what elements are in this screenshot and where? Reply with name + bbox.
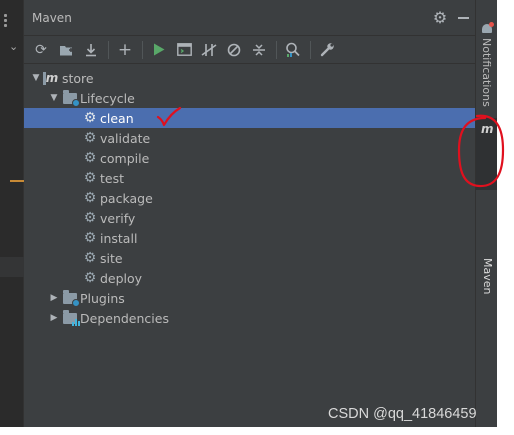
lifecycle-phase-verify[interactable]: ⚙ verify (24, 208, 475, 228)
phase-label: site (100, 250, 123, 266)
settings-wrench-icon[interactable] (316, 39, 338, 61)
tree-node-project[interactable]: ▼ m store (24, 68, 475, 88)
skip-tests-icon[interactable] (223, 39, 245, 61)
toolbar-separator (108, 40, 109, 59)
phase-label: compile (100, 150, 150, 166)
plus-icon[interactable]: + (114, 39, 136, 61)
expand-arrow-icon[interactable]: ▶ (46, 313, 62, 323)
gear-icon: ⚙ (83, 110, 97, 126)
folder-settings-icon (62, 89, 80, 107)
phase-label: clean (100, 110, 134, 126)
toolbar-separator (310, 40, 311, 59)
gear-icon: ⚙ (83, 210, 97, 226)
gear-icon: ⚙ (83, 150, 97, 166)
folder-plugins-icon (62, 289, 80, 307)
dependencies-label: Dependencies (80, 310, 169, 326)
panel-title: Maven (32, 10, 72, 25)
hide-panel-button[interactable] (451, 7, 475, 29)
maven-toolbar: ⟳ + (24, 36, 475, 64)
execute-goal-icon[interactable] (173, 39, 195, 61)
phase-label: install (100, 230, 138, 246)
maven-title-bar: Maven ⚙ (24, 0, 475, 36)
lifecycle-phase-install[interactable]: ⚙ install (24, 228, 475, 248)
project-name: store (62, 70, 94, 86)
lifecycle-phase-test[interactable]: ⚙ test (24, 168, 475, 188)
folder-dependencies-icon (62, 309, 80, 326)
chevron-down-icon[interactable]: ⌄ (9, 40, 18, 53)
tree-node-plugins[interactable]: ▶ Plugins (24, 288, 475, 308)
phase-label: package (100, 190, 153, 206)
phase-label: verify (100, 210, 136, 226)
gear-icon: ⚙ (83, 170, 97, 186)
notifications-bell-icon[interactable] (481, 22, 494, 34)
maven-project-tree: ▼ m store ▼ Lifecycle ⚙ clean ⚙ validate… (24, 64, 475, 328)
editor-current-line (0, 257, 24, 277)
maven-tool-window: Maven ⚙ ⟳ + ▼ m store ▼ Lifecycle ⚙ clea… (24, 0, 475, 427)
lifecycle-phase-site[interactable]: ⚙ site (24, 248, 475, 268)
expand-arrow-icon[interactable]: ▼ (46, 93, 62, 103)
run-icon[interactable] (148, 39, 170, 61)
lifecycle-phase-validate[interactable]: ⚙ validate (24, 128, 475, 148)
red-circle-annotation (457, 114, 505, 188)
add-folder-icon[interactable] (55, 39, 77, 61)
lifecycle-label: Lifecycle (80, 90, 135, 106)
watermark-text: CSDN @qq_41846459 (328, 406, 477, 422)
gear-icon: ⚙ (83, 190, 97, 206)
tree-node-lifecycle[interactable]: ▼ Lifecycle (24, 88, 475, 108)
lifecycle-phase-deploy[interactable]: ⚙ deploy (24, 268, 475, 288)
toolbar-separator (142, 40, 143, 59)
drag-handle-icon[interactable] (4, 14, 7, 29)
lifecycle-phase-clean[interactable]: ⚙ clean (24, 108, 475, 128)
reload-icon[interactable]: ⟳ (30, 39, 52, 61)
notifications-tab[interactable]: Notifications (480, 38, 493, 107)
collapse-all-icon[interactable] (248, 39, 270, 61)
maven-project-icon: m (42, 71, 59, 85)
plugins-label: Plugins (80, 290, 125, 306)
download-icon[interactable] (80, 39, 102, 61)
red-checkmark-annotation (156, 106, 182, 127)
analyze-dependencies-icon[interactable] (282, 39, 304, 61)
maven-tab-label: Maven (481, 258, 494, 295)
phase-label: deploy (100, 270, 143, 286)
editor-marker (10, 180, 24, 182)
tree-node-dependencies[interactable]: ▶ Dependencies (24, 308, 475, 328)
gear-icon[interactable]: ⚙ (429, 7, 451, 29)
gear-icon: ⚙ (83, 230, 97, 246)
page-margin-bottom (0, 427, 514, 435)
expand-arrow-icon[interactable]: ▼ (28, 73, 44, 83)
right-tool-stripe: Notifications m Maven (475, 0, 498, 427)
gear-icon: ⚙ (83, 130, 97, 146)
lifecycle-phase-compile[interactable]: ⚙ compile (24, 148, 475, 168)
expand-arrow-icon[interactable]: ▶ (46, 293, 62, 303)
lifecycle-phase-package[interactable]: ⚙ package (24, 188, 475, 208)
phase-label: validate (100, 130, 151, 146)
page-margin-right (497, 0, 514, 435)
phase-label: test (100, 170, 125, 186)
gear-icon: ⚙ (83, 250, 97, 266)
toggle-offline-icon[interactable] (198, 39, 220, 61)
gear-icon: ⚙ (83, 270, 97, 286)
toolbar-separator (276, 40, 277, 59)
editor-gutter-strip: ⌄ (0, 0, 24, 427)
